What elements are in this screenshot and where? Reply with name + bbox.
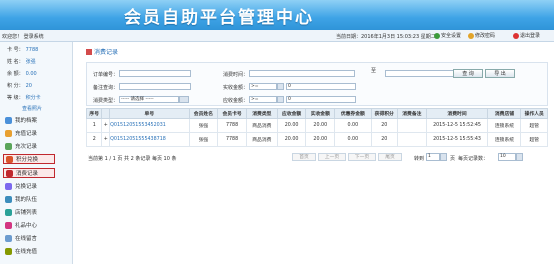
welcome-text: 欢迎您！ 登录系统: [2, 34, 44, 40]
goto-label: 转到: [414, 156, 425, 162]
pagination: 当前第 1 / 1 页 共 2 条记录 每页 10 条 首页 上一页 下一页 尾…: [86, 152, 548, 164]
key-icon: [468, 32, 474, 39]
order-label: 订单编号：: [93, 72, 119, 78]
menu-team[interactable]: 我的队伍: [3, 194, 55, 204]
type-label: 消费类型：: [93, 98, 119, 104]
chevron-down-icon[interactable]: [179, 96, 189, 103]
chevron-down-icon[interactable]: [277, 96, 284, 103]
menu-online-recharge[interactable]: 在线充值: [3, 246, 55, 256]
view-photo-link[interactable]: 查看照片: [22, 105, 42, 112]
menu-points-exchange[interactable]: 积分兑换: [3, 154, 55, 164]
sidebar: 卡 号： 7788 姓 名： 张强 余 额： 0.00 积 分： 20 等 级： 积分卡 …: [0, 42, 73, 264]
menu-messages[interactable]: 在线留言: [3, 233, 55, 243]
pager-summary: 当前第 1 / 1 页 共 2 条记录 每页 10 条: [88, 156, 177, 162]
page-select[interactable]: 1: [426, 153, 440, 161]
first-page-button[interactable]: 首页: [292, 153, 316, 161]
gift-box-icon: [5, 221, 12, 229]
menu-stores[interactable]: 店铺列表: [3, 207, 55, 217]
expand-icon[interactable]: +: [101, 118, 111, 133]
pay-input[interactable]: 0: [286, 83, 356, 90]
table-row[interactable]: 2 + Q01512051555438718 张强 7788 商品消费 20.0…: [85, 132, 548, 147]
menu-exchange-records[interactable]: 兑换记录: [3, 181, 55, 191]
store-icon: [5, 208, 12, 216]
chevron-down-icon[interactable]: [516, 153, 523, 161]
card-number: 卡 号： 7788: [7, 47, 39, 53]
due-input[interactable]: 0: [286, 96, 356, 103]
due-label: 应收金额：: [223, 98, 249, 104]
panel-title: 消费记录: [86, 47, 118, 56]
prev-page-button[interactable]: 上一页: [318, 153, 346, 161]
due-operator-select[interactable]: >=: [249, 96, 277, 103]
expand-icon[interactable]: +: [101, 132, 111, 147]
menu-consumption[interactable]: 消费记录: [3, 168, 55, 178]
logout-link[interactable]: 退出登录: [513, 32, 540, 39]
header-banner: 会员自助平台管理中心: [0, 0, 554, 30]
time-label: 消费时间：: [223, 72, 249, 78]
table-row[interactable]: 1 + Q01512051553452031 张强 7788 商品消费 20.0…: [85, 118, 548, 133]
table-header-row: 序号 单号 会员姓名 会员卡号 消费类型 应收金额 实收金额 优惠券金额 获得积…: [85, 108, 548, 119]
chevron-down-icon[interactable]: [440, 153, 447, 161]
member-balance: 余 额： 0.00: [7, 71, 37, 77]
security-settings-link[interactable]: 安全设置: [434, 32, 461, 39]
team-icon: [5, 195, 12, 203]
pay-operator-select[interactable]: >=: [249, 83, 277, 90]
page-size-select[interactable]: 10: [498, 153, 516, 161]
app-title: 会员自助平台管理中心: [124, 8, 314, 28]
query-button[interactable]: 查 询: [453, 69, 483, 78]
next-page-button[interactable]: 下一页: [348, 153, 376, 161]
user-icon: [5, 116, 12, 124]
time-start-input[interactable]: [249, 70, 355, 77]
message-icon: [5, 234, 12, 242]
card-icon: [5, 247, 12, 255]
order-input[interactable]: [119, 70, 191, 77]
chevron-down-icon[interactable]: [277, 83, 284, 90]
power-icon: [513, 32, 519, 39]
note-input[interactable]: [119, 83, 191, 90]
pay-label: 实收金额：: [223, 85, 249, 91]
menu-recharge-count[interactable]: 充次记录: [3, 141, 55, 151]
order-link[interactable]: Q01512051555438718: [109, 132, 190, 147]
search-form: 订单编号： 备注查询： 消费类型： ----- 请选择 ----- 消费时间： …: [86, 62, 548, 106]
note-label: 备注查询：: [93, 85, 119, 91]
time-to-label: 至: [371, 68, 377, 74]
last-page-button[interactable]: 尾页: [378, 153, 402, 161]
order-link[interactable]: Q01512051553452031: [109, 118, 190, 133]
shield-icon: [434, 32, 440, 39]
menu-profile[interactable]: 我的档案: [3, 115, 55, 125]
menu-gifts[interactable]: 礼品中心: [3, 220, 55, 230]
menu-recharge[interactable]: 充值记录: [3, 128, 55, 138]
member-level: 等 级： 积分卡: [7, 95, 41, 101]
export-button[interactable]: 导 出: [485, 69, 515, 78]
list-icon: [5, 142, 12, 150]
page-unit: 页: [450, 156, 456, 162]
gift-icon: [6, 155, 13, 163]
page-size-label: 每页记录数：: [458, 156, 489, 162]
record-icon: [86, 48, 92, 55]
change-password-link[interactable]: 修改密码: [468, 32, 495, 39]
coin-icon: [5, 129, 12, 137]
top-bar: 欢迎您！ 登录系统 当前日期：2016年1月3日 15:03:23 星期二 安全…: [0, 30, 554, 42]
records-table: 序号 单号 会员姓名 会员卡号 消费类型 应收金额 实收金额 优惠券金额 获得积…: [85, 108, 548, 147]
member-name: 姓 名： 张强: [7, 59, 36, 65]
exchange-icon: [5, 182, 12, 190]
member-points: 积 分： 20: [7, 83, 32, 89]
cart-icon: [6, 169, 13, 177]
current-date: 当前日期：2016年1月3日 15:03:23 星期二: [336, 34, 436, 40]
type-select[interactable]: ----- 请选择 -----: [119, 96, 179, 103]
